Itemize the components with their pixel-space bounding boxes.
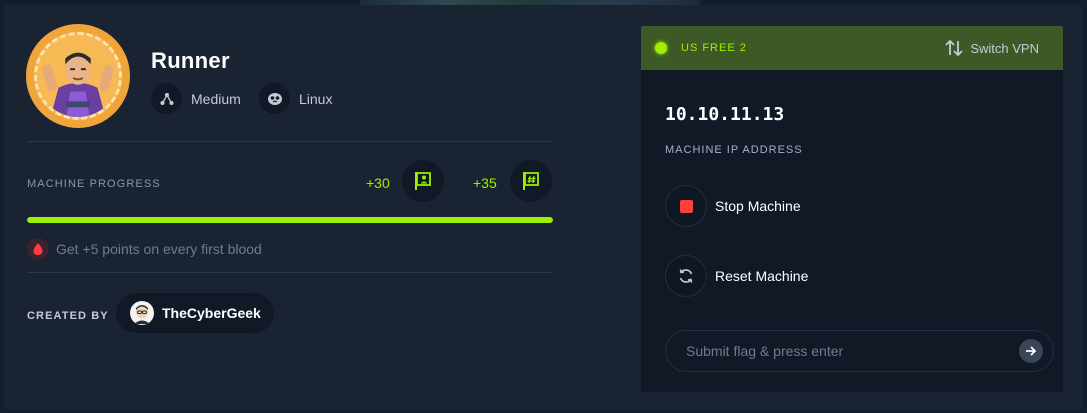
blood-drop-icon	[27, 238, 49, 260]
divider	[27, 272, 553, 273]
machine-difficulty: Medium	[151, 83, 241, 114]
os-label: Linux	[299, 90, 333, 107]
machine-name: Runner	[151, 48, 230, 73]
switch-arrows-icon	[945, 39, 963, 57]
submit-flag-button[interactable]	[1019, 339, 1043, 363]
machine-control-panel: US FREE 2 Switch VPN 10.10.11.13 MACHINE…	[641, 26, 1063, 392]
stop-machine-label: Stop Machine	[715, 198, 801, 214]
arrow-right-icon	[1026, 346, 1037, 356]
machine-avatar-image	[34, 32, 122, 120]
user-flag-points: +30	[366, 175, 390, 191]
vpn-server: US FREE 2	[655, 42, 747, 54]
difficulty-label: Medium	[191, 90, 241, 107]
switch-vpn-button[interactable]: Switch VPN	[944, 39, 1039, 57]
linux-icon	[259, 83, 290, 114]
machine-progress-label: MACHINE PROGRESS	[27, 178, 161, 190]
progress-bar	[27, 217, 553, 223]
creator-profile-link[interactable]: TheCyberGeek	[116, 293, 274, 333]
machine-card: Runner Medium Linux MACHINE PROGRESS +30	[4, 5, 1083, 410]
reset-icon	[665, 255, 707, 297]
vpn-server-name: US FREE 2	[681, 42, 747, 54]
machine-ip[interactable]: 10.10.11.13	[665, 104, 784, 125]
machine-os: Linux	[259, 83, 332, 114]
divider	[27, 141, 553, 142]
difficulty-icon	[151, 83, 182, 114]
creator-name: TheCyberGeek	[162, 305, 261, 321]
first-blood-text: Get +5 points on every first blood	[56, 241, 262, 257]
reset-machine-label: Reset Machine	[715, 268, 809, 284]
root-flag-icon	[523, 172, 539, 190]
stop-icon	[665, 185, 707, 227]
user-flag-button[interactable]	[402, 160, 444, 202]
flag-input[interactable]	[686, 343, 986, 359]
reset-machine-button[interactable]: Reset Machine	[665, 255, 808, 297]
created-by-label: CREATED BY	[27, 310, 109, 322]
progress-bar-fill	[27, 217, 553, 223]
root-flag-points: +35	[473, 175, 497, 191]
root-flag-button[interactable]	[510, 160, 552, 202]
stop-machine-button[interactable]: Stop Machine	[665, 185, 801, 227]
machine-ip-label: MACHINE IP ADDRESS	[665, 144, 803, 156]
switch-vpn-label: Switch VPN	[970, 40, 1039, 56]
vpn-status-dot	[655, 42, 667, 54]
user-flag-icon	[415, 172, 431, 190]
first-blood-info: Get +5 points on every first blood	[27, 238, 262, 260]
flag-submit-field	[665, 330, 1054, 372]
machine-avatar	[26, 24, 130, 128]
creator-avatar	[130, 301, 154, 325]
vpn-header: US FREE 2 Switch VPN	[641, 26, 1063, 70]
